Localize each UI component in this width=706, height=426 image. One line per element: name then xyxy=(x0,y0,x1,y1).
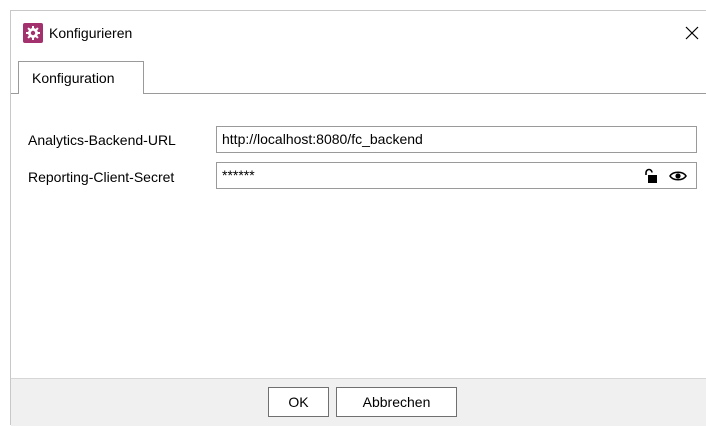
title-bar: Konfigurieren xyxy=(11,11,706,55)
tab-label: Konfiguration xyxy=(32,70,115,86)
client-secret-value: ****** xyxy=(222,167,255,183)
backend-url-value: http://localhost:8080/fc_backend xyxy=(222,131,423,147)
eye-icon[interactable] xyxy=(669,169,687,183)
tab-panel: Analytics-Backend-URL http://localhost:8… xyxy=(11,94,706,378)
window-title: Konfigurieren xyxy=(49,25,133,41)
tab-konfiguration[interactable]: Konfiguration xyxy=(18,61,144,94)
close-icon xyxy=(685,26,699,40)
close-button[interactable] xyxy=(678,19,706,47)
cancel-button[interactable]: Abbrechen xyxy=(336,387,457,417)
backend-url-label: Analytics-Backend-URL xyxy=(28,132,176,148)
unlock-icon[interactable] xyxy=(644,168,658,184)
backend-url-input[interactable]: http://localhost:8080/fc_backend xyxy=(216,126,697,153)
ok-button[interactable]: OK xyxy=(268,387,329,417)
gear-icon xyxy=(23,23,43,43)
client-secret-input[interactable]: ****** xyxy=(216,162,697,189)
dialog-content: Konfiguration Analytics-Backend-URL http… xyxy=(11,55,706,378)
dialog-window: Konfigurieren Konfiguration Analytics-Ba… xyxy=(10,10,706,426)
client-secret-label: Reporting-Client-Secret xyxy=(28,169,175,185)
button-bar: OK Abbrechen xyxy=(11,378,706,426)
